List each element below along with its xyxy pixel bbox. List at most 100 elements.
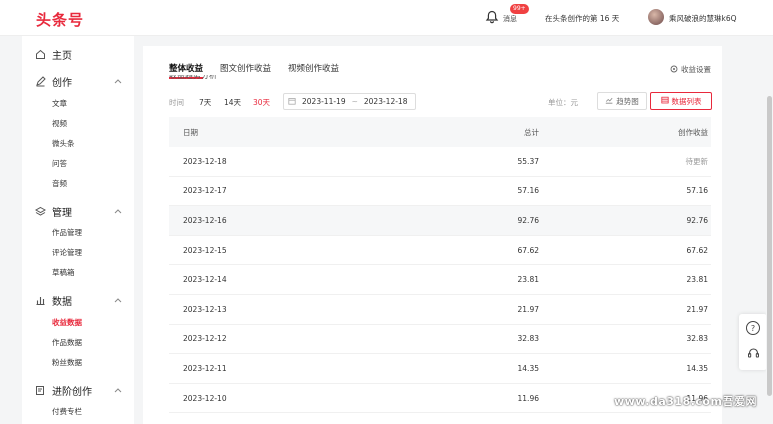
cell-creation-income: 14.35 (686, 363, 708, 373)
date-end: 2023-12-18 (363, 97, 408, 106)
sidebar-item-works-data[interactable]: 作品数据 (52, 337, 82, 348)
layers-icon (34, 205, 46, 217)
home-icon (34, 48, 46, 60)
sidebar-item-video[interactable]: 视频 (52, 118, 67, 129)
cell-creation-income: 92.76 (686, 215, 708, 225)
sidebar-item-qa[interactable]: 问答 (52, 158, 67, 169)
table-row: 2023-12-14 23.81 23.81 (169, 265, 711, 295)
sidebar-group-create[interactable]: 创作 (34, 74, 72, 89)
table-row: 2023-12-15 67.62 67.62 (169, 236, 711, 266)
cell-date: 2023-12-12 (183, 334, 227, 344)
sidebar-group-advanced[interactable]: 进阶创作 (34, 383, 92, 398)
cell-date: 2023-12-14 (183, 275, 227, 285)
gear-icon (670, 65, 678, 75)
top-bar: 头条号 99+ 消息 在头条创作的第 16 天 乘风破浪的慧琳k6Q (0, 0, 773, 36)
income-settings-label: 收益设置 (681, 65, 711, 74)
messages-link[interactable]: 消息 (503, 14, 517, 24)
table-row: 2023-12-11 14.35 14.35 (169, 354, 711, 384)
table-icon (660, 96, 669, 106)
cell-total: 32.83 (517, 334, 539, 344)
edit-doc-icon (34, 384, 46, 396)
creation-days-text: 在头条创作的第 16 天 (545, 14, 620, 23)
tab-video-income[interactable]: 视频创作收益 (288, 62, 339, 74)
chevron-up-icon[interactable] (114, 386, 122, 394)
cell-creation-income: 待更新 (685, 156, 709, 166)
time-label: 时间 (169, 98, 184, 107)
cell-creation-income: 32.83 (686, 334, 708, 344)
chevron-up-icon[interactable] (114, 77, 122, 85)
column-header-creation-income: 创作收益 (678, 127, 708, 137)
cell-date: 2023-12-10 (183, 393, 227, 403)
cell-total: 21.97 (517, 304, 539, 314)
sidebar-item-article[interactable]: 文章 (52, 98, 67, 109)
table-row: 2023-12-13 21.97 21.97 (169, 295, 711, 325)
floating-toolbar: ? (739, 314, 767, 370)
income-settings-link[interactable]: 收益设置 (670, 64, 711, 75)
range-30-days[interactable]: 30天 (253, 97, 270, 108)
table-row: 2023-12-16 92.76 92.76 (169, 206, 711, 236)
cell-date: 2023-12-15 (183, 245, 227, 255)
cell-total: 92.76 (517, 215, 539, 225)
sidebar: 主页 创作 文章 视频 微头条 问答 音频 管理 作品管理 评论管理 草稿箱 数… (22, 36, 134, 424)
section-subtitle: 收益趋势分析 (169, 75, 217, 80)
calendar-icon (288, 97, 296, 107)
cell-total: 67.62 (517, 245, 539, 255)
chevron-up-icon[interactable] (114, 296, 122, 304)
sidebar-item-comments-manage[interactable]: 评论管理 (52, 247, 82, 258)
filter-row: 时间 7天 14天 30天 2023-11-19 ~ 2023-12-18 单位… (169, 92, 715, 110)
tab-article-income[interactable]: 图文创作收益 (220, 62, 271, 74)
help-icon[interactable]: ? (746, 321, 760, 335)
data-list-label: 数据列表 (671, 96, 702, 106)
cell-total: 23.81 (517, 275, 539, 285)
chevron-up-icon[interactable] (114, 207, 122, 215)
income-table: 日期 总计 创作收益 2023-12-18 55.37 待更新 2023-12-… (169, 117, 711, 414)
avatar[interactable] (648, 9, 664, 25)
unit-label: 单位：元 (548, 98, 578, 107)
date-start: 2023-11-19 (302, 97, 346, 106)
range-14-days[interactable]: 14天 (224, 97, 241, 108)
table-header: 日期 总计 创作收益 (169, 117, 711, 147)
trend-chart-label: 趋势图 (616, 96, 639, 106)
cell-date: 2023-12-18 (183, 156, 227, 166)
sidebar-item-home[interactable]: 主页 (34, 47, 72, 62)
cell-creation-income: 21.97 (686, 304, 708, 314)
cell-date: 2023-12-11 (183, 363, 227, 373)
cell-date: 2023-12-13 (183, 304, 227, 314)
logo[interactable]: 头条号 (36, 9, 84, 30)
sidebar-item-fans-data[interactable]: 粉丝数据 (52, 357, 82, 368)
tab-overall-income[interactable]: 整体收益 (169, 62, 204, 79)
column-header-date: 日期 (183, 127, 198, 137)
cell-creation-income: 23.81 (686, 275, 708, 285)
cell-date: 2023-12-17 (183, 186, 227, 196)
cell-total: 11.96 (517, 393, 539, 403)
range-7-days[interactable]: 7天 (199, 97, 211, 108)
date-separator: ~ (351, 97, 358, 106)
pen-icon (34, 75, 46, 87)
sidebar-item-works-manage[interactable]: 作品管理 (52, 227, 82, 238)
bell-icon[interactable] (485, 10, 499, 24)
data-list-button[interactable]: 数据列表 (650, 92, 712, 110)
scrollbar-thumb[interactable] (767, 96, 772, 396)
sidebar-item-drafts[interactable]: 草稿箱 (52, 267, 75, 278)
sidebar-group-label: 数据 (52, 296, 72, 308)
sidebar-group-manage[interactable]: 管理 (34, 204, 72, 219)
sidebar-item-weitoutiao[interactable]: 微头条 (52, 138, 75, 149)
sidebar-item-label: 主页 (52, 50, 72, 62)
cell-creation-income: 67.62 (686, 245, 708, 255)
trend-chart-button[interactable]: 趋势图 (597, 92, 647, 110)
username[interactable]: 乘风破浪的慧琳k6Q (669, 13, 737, 24)
sidebar-item-paid-column[interactable]: 付费专栏 (52, 406, 82, 417)
sidebar-item-audio[interactable]: 音频 (52, 178, 67, 189)
cell-total: 14.35 (517, 363, 539, 373)
watermark-text: www.da318.com吾爱网 (614, 395, 757, 408)
bar-chart-icon (34, 294, 46, 306)
column-header-total: 总计 (524, 127, 539, 137)
sidebar-group-label: 管理 (52, 207, 72, 219)
message-badge: 99+ (510, 4, 529, 14)
cell-creation-income: 57.16 (686, 186, 708, 196)
date-range-picker[interactable]: 2023-11-19 ~ 2023-12-18 (283, 93, 416, 110)
table-row: 2023-12-12 32.83 32.83 (169, 325, 711, 355)
sidebar-item-income-data[interactable]: 收益数据 (52, 317, 82, 328)
customer-service-icon[interactable] (746, 346, 760, 360)
sidebar-group-data[interactable]: 数据 (34, 293, 72, 308)
